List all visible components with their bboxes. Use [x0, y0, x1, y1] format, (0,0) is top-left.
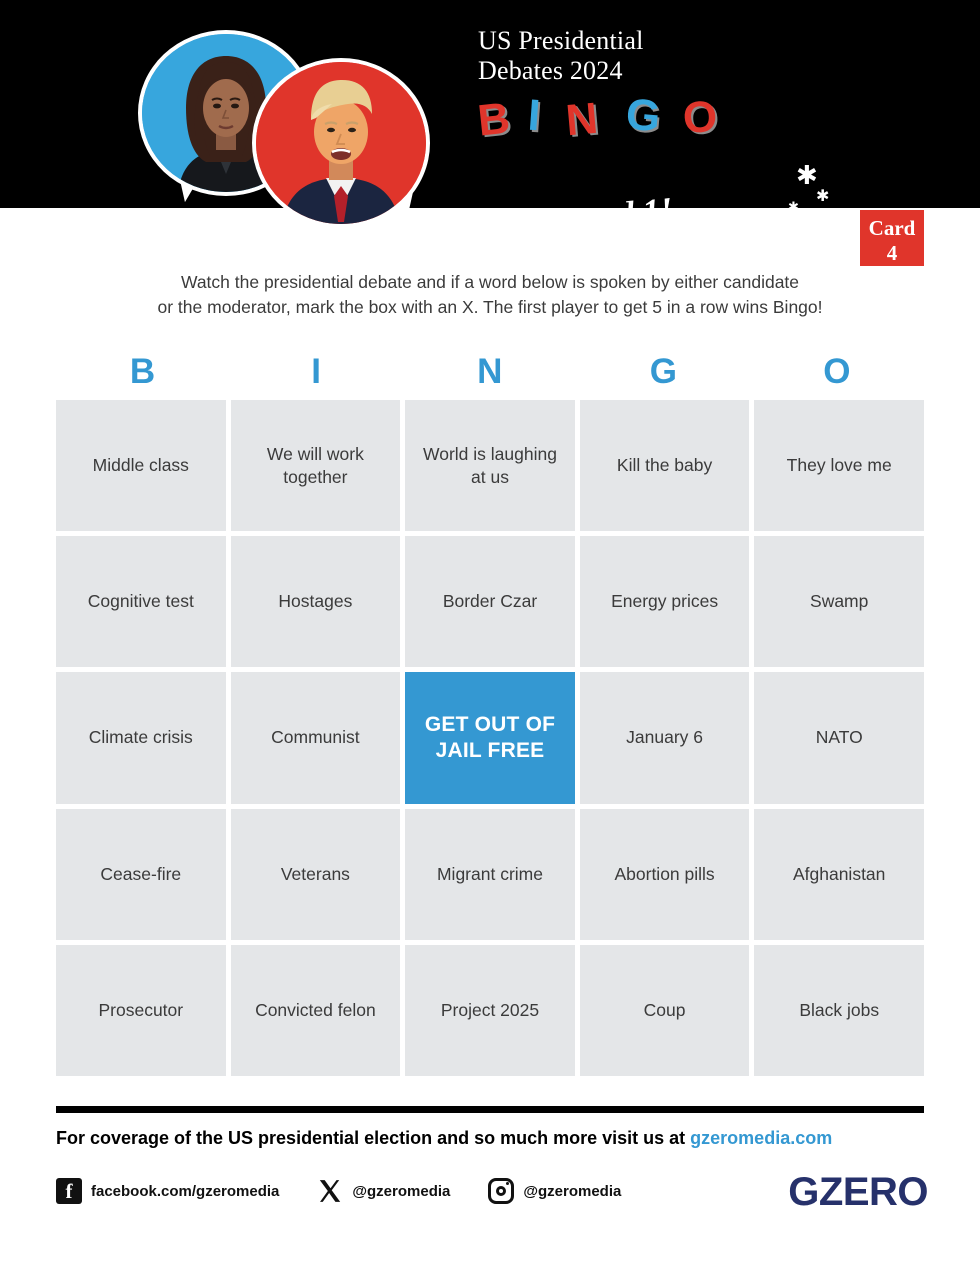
coverage-text: For coverage of the US presidential elec…	[56, 1128, 691, 1148]
bingo-letter-n: N	[563, 93, 600, 146]
sparkle-icon: ✱	[816, 188, 830, 205]
gzeromedia-link[interactable]: gzeromedia.com	[690, 1128, 832, 1148]
bingo-cell[interactable]: Communist	[230, 672, 401, 804]
bingo-cell[interactable]: They love me	[754, 400, 924, 532]
bingo-letter-o: O	[681, 91, 719, 144]
card-number-badge: Card 4	[860, 210, 924, 266]
bingo-cell[interactable]: January 6	[579, 672, 750, 804]
candidate-bubbles	[132, 14, 472, 230]
sparkle-icon: ✱	[796, 160, 818, 190]
instructions: Watch the presidential debate and if a w…	[0, 270, 980, 320]
bingo-cell[interactable]: Afghanistan	[754, 808, 924, 940]
bingo-cell[interactable]: Veterans	[230, 808, 401, 940]
card-badge-number: 4	[886, 241, 898, 265]
bingo-cell[interactable]: Cease-fire	[56, 808, 226, 940]
bingo-cell[interactable]: NATO	[754, 672, 924, 804]
social-x-label: @gzeromedia	[352, 1182, 451, 1200]
x-twitter-glyph	[320, 1180, 341, 1202]
social-facebook[interactable]: f facebook.com/gzeromedia	[56, 1178, 279, 1204]
social-instagram[interactable]: @gzeromedia	[488, 1178, 621, 1204]
bingo-cell[interactable]: Climate crisis	[56, 672, 226, 804]
free-space-cell[interactable]: GET OUT OF JAIL FREE	[405, 672, 575, 804]
column-header-i: I	[311, 352, 322, 391]
bingo-cell[interactable]: Project 2025	[405, 944, 575, 1076]
bingo-letter-b: B	[475, 93, 513, 146]
bingo-cell[interactable]: World is laughing at us	[405, 400, 575, 532]
bingo-cell[interactable]: Convicted felon	[230, 944, 401, 1076]
bingo-cell[interactable]: Black jobs	[754, 944, 924, 1076]
bingo-wordmark: B I N G O Round 1! ✱ ✱ ✱ ✱	[475, 89, 948, 242]
header-title-block: US Presidential Debates 2024 B I N G O R…	[475, 26, 948, 242]
social-x-twitter[interactable]: @gzeromedia	[317, 1178, 450, 1204]
gzero-logo: GZERO	[788, 1170, 928, 1214]
bingo-cell[interactable]: Cognitive test	[56, 536, 226, 668]
bingo-cell[interactable]: We will work together	[230, 400, 401, 532]
sparkle-icon: ✱	[518, 210, 537, 235]
column-header-n: N	[477, 352, 503, 391]
bingo-cell[interactable]: Prosecutor	[56, 944, 226, 1076]
social-instagram-label: @gzeromedia	[523, 1182, 622, 1200]
instructions-line2: or the moderator, mark the box with an X…	[157, 297, 823, 317]
instructions-line1: Watch the presidential debate and if a w…	[180, 272, 800, 292]
coverage-line: For coverage of the US presidential elec…	[56, 1128, 936, 1149]
bingo-cell[interactable]: Kill the baby	[579, 400, 750, 532]
bingo-column-headers: B I N G O	[56, 352, 924, 392]
bingo-cell[interactable]: Abortion pills	[579, 808, 750, 940]
bingo-cell[interactable]: Coup	[579, 944, 750, 1076]
card-badge-label: Card	[868, 216, 916, 240]
donald-trump-portrait	[256, 62, 426, 224]
bingo-cell[interactable]: Middle class	[56, 400, 226, 532]
bingo-grid: Middle class We will work together World i…	[56, 400, 924, 1076]
bingo-letter-i: I	[526, 90, 542, 141]
column-header-g: G	[649, 352, 678, 391]
bingo-cell[interactable]: Border Czar	[405, 536, 575, 668]
header-banner: US Presidential Debates 2024 B I N G O R…	[0, 0, 980, 242]
bingo-cell[interactable]: Swamp	[754, 536, 924, 668]
footer-divider	[56, 1106, 924, 1113]
sparkle-icon: ✱	[788, 199, 799, 214]
column-header-b: B	[129, 352, 156, 391]
bingo-cell[interactable]: Energy prices	[579, 536, 750, 668]
bingo-cell[interactable]: Hostages	[230, 536, 401, 668]
round-label: Round 1!	[538, 191, 675, 242]
social-links: f facebook.com/gzeromedia @gzeromedia @g…	[56, 1178, 659, 1204]
bingo-letter-g: G	[623, 89, 663, 142]
bingo-cell[interactable]: Migrant crime	[405, 808, 575, 940]
instagram-icon[interactable]	[488, 1178, 515, 1204]
facebook-icon[interactable]: f	[56, 1178, 82, 1204]
speech-bubble-trump	[252, 58, 430, 228]
column-header-o: O	[823, 352, 852, 391]
x-twitter-icon[interactable]	[317, 1178, 343, 1204]
header-title-line2: Debates 2024	[478, 56, 623, 85]
social-facebook-label: facebook.com/gzeromedia	[91, 1182, 280, 1200]
header-title-line1: US Presidential	[478, 26, 644, 55]
